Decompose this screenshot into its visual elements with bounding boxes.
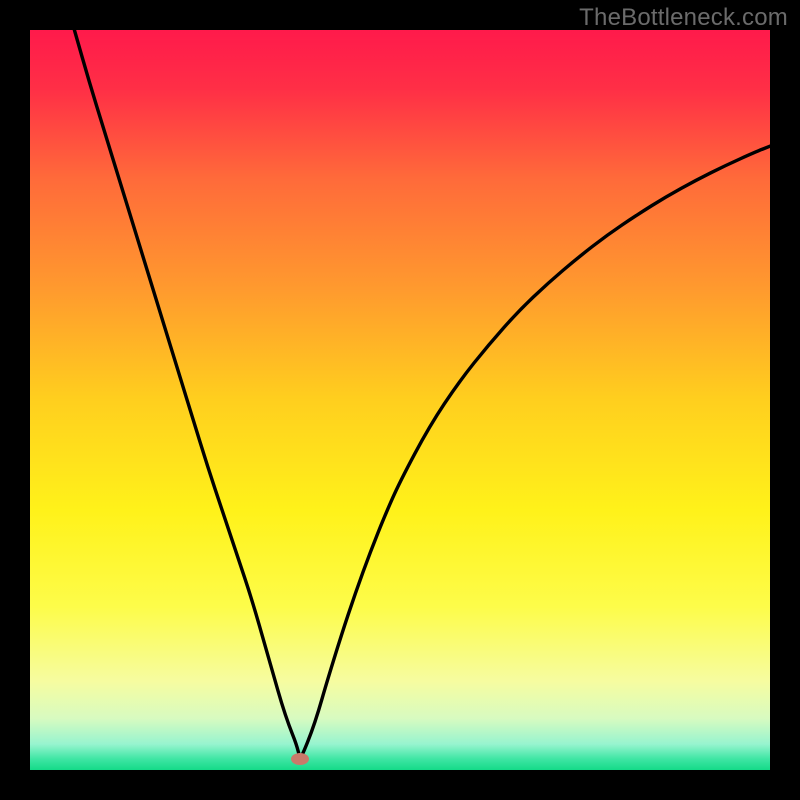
bottleneck-curve (30, 30, 770, 770)
minimum-marker-icon (291, 753, 309, 765)
watermark-text: TheBottleneck.com (579, 4, 788, 32)
chart-frame: TheBottleneck.com (0, 0, 800, 800)
plot-area (30, 30, 770, 770)
